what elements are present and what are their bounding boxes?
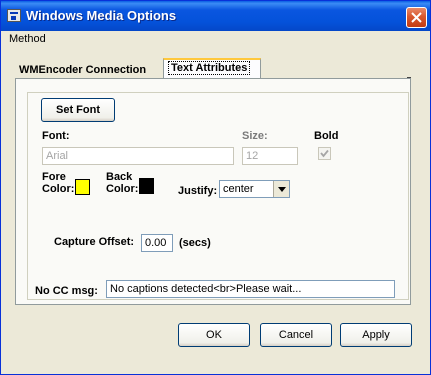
capture-offset-field[interactable]: 0.00: [141, 234, 173, 252]
no-cc-msg-label: No CC msg:: [35, 285, 98, 297]
close-icon: [411, 12, 422, 23]
menu-method[interactable]: Method: [9, 33, 46, 45]
menu-bar: Method: [1, 31, 430, 48]
tab-text-attributes[interactable]: Text Attributes: [163, 58, 261, 79]
window-title: Windows Media Options: [26, 8, 177, 23]
capture-offset-unit: (secs): [179, 237, 211, 249]
set-font-button[interactable]: Set Font: [41, 98, 115, 122]
apply-button[interactable]: Apply: [340, 323, 412, 347]
close-button[interactable]: [406, 7, 427, 28]
capture-offset-label: Capture Offset:: [54, 236, 135, 248]
media-options-icon: [7, 9, 21, 22]
chevron-down-icon: [278, 187, 286, 192]
justify-select[interactable]: center: [219, 180, 290, 198]
dialog-window: Windows Media Options Method WMEncoder C…: [0, 0, 431, 375]
tab-wmencoder-connection[interactable]: WMEncoder Connection: [15, 60, 161, 78]
justify-dropdown-button[interactable]: [273, 181, 289, 197]
back-color-label-line2: Color:: [106, 183, 139, 195]
no-cc-msg-field[interactable]: No captions detected<br>Please wait...: [106, 280, 395, 298]
size-label: Size:: [242, 130, 268, 142]
cancel-button[interactable]: Cancel: [260, 323, 332, 347]
ok-button[interactable]: OK: [178, 323, 250, 347]
bold-label: Bold: [314, 130, 339, 142]
back-color-swatch[interactable]: [139, 178, 154, 194]
fore-color-label-line2: Color:: [42, 183, 75, 195]
fore-color-label-line1: Fore: [42, 171, 66, 183]
justify-value: center: [223, 183, 254, 195]
font-field[interactable]: Arial: [42, 147, 234, 165]
tab-text-attributes-label: Text Attributes: [168, 61, 251, 75]
text-attributes-group: [27, 92, 409, 300]
title-bar[interactable]: Windows Media Options: [1, 1, 430, 31]
font-label: Font:: [42, 130, 70, 142]
size-field[interactable]: 12: [242, 147, 298, 165]
fore-color-swatch[interactable]: [75, 179, 90, 195]
justify-label: Justify:: [178, 185, 218, 197]
bold-checkbox[interactable]: [318, 147, 331, 160]
check-icon: [320, 149, 329, 158]
back-color-label-line1: Back: [106, 171, 133, 183]
